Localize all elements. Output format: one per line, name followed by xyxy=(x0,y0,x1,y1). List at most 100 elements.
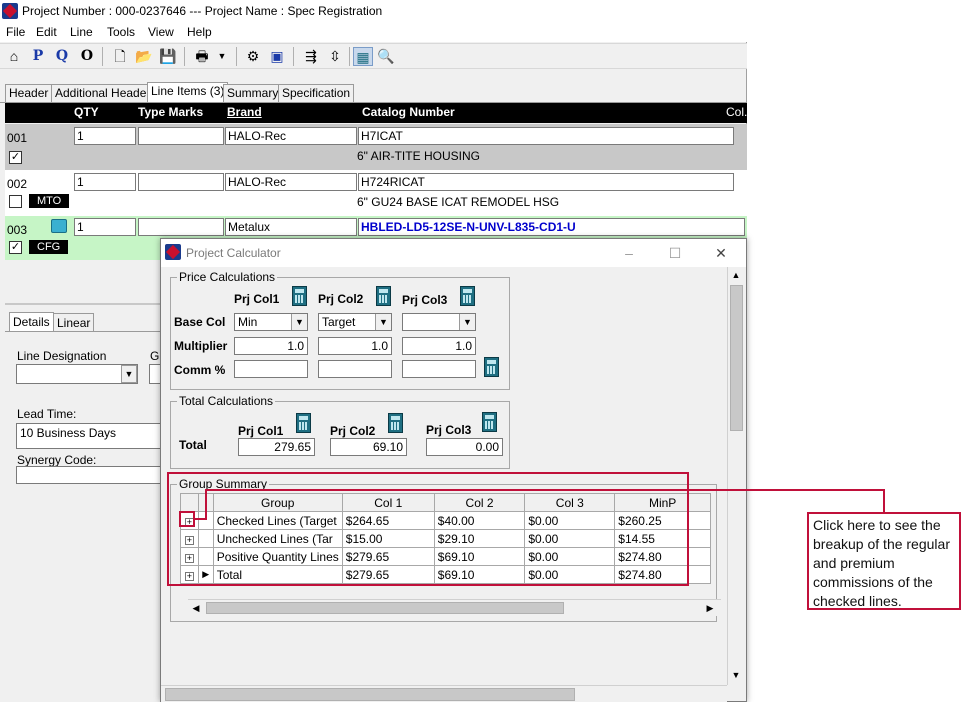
comm-col2-input[interactable] xyxy=(318,360,392,378)
row-description: 6" AIR-TITE HOUSING xyxy=(357,149,480,163)
catalog-input[interactable]: H7ICAT xyxy=(358,127,734,145)
header-catalog-number[interactable]: Catalog Number xyxy=(362,105,455,119)
calculator-icon[interactable] xyxy=(484,357,499,377)
catalog-input[interactable]: HBLED-LD5-12SE-N-UNV-L835-CD1-U xyxy=(358,218,745,236)
menu-file[interactable]: File xyxy=(6,25,25,39)
o-button[interactable]: O xyxy=(77,47,97,66)
dialog-vertical-scrollbar[interactable]: ▲ ▼ xyxy=(727,267,744,685)
tab-details[interactable]: Details xyxy=(9,312,54,331)
p-button[interactable]: P xyxy=(28,47,48,66)
calculator-icon[interactable] xyxy=(296,413,311,433)
comm-col1-input[interactable] xyxy=(234,360,308,378)
minimize-icon[interactable]: – xyxy=(614,243,644,263)
title-bar: Project Number : 000-0237646 --- Project… xyxy=(0,0,747,22)
dialog-title-bar: Project Calculator – ☐ ✕ xyxy=(161,239,746,267)
scrollbar-thumb[interactable] xyxy=(165,688,575,701)
tab-header[interactable]: Header xyxy=(5,84,53,102)
dialog-title: Project Calculator xyxy=(186,246,281,260)
multiplier-col1-input[interactable]: 1.0 xyxy=(234,337,308,355)
table-row[interactable]: 002 1 HALO-Rec H724RICAT MTO 6" GU24 BAS… xyxy=(5,170,747,216)
search-icon[interactable]: 🔍 xyxy=(376,47,396,66)
gear-icon[interactable]: ⚙ xyxy=(243,47,263,66)
price-calculations-group: Price Calculations Prj Col1 Prj Col2 Prj… xyxy=(170,270,510,390)
chevron-down-icon[interactable]: ▼ xyxy=(212,47,232,66)
tab-linear[interactable]: Linear xyxy=(53,313,95,332)
calculator-icon[interactable] xyxy=(460,286,475,306)
scroll-right-icon[interactable]: ▶ xyxy=(702,600,718,616)
total-col1-value: 279.65 xyxy=(238,438,315,456)
tab-line-items[interactable]: Line Items (3) xyxy=(147,82,229,102)
qty-input[interactable]: 1 xyxy=(74,218,136,236)
close-icon[interactable]: ✕ xyxy=(706,243,736,263)
multiplier-col2-input[interactable]: 1.0 xyxy=(318,337,392,355)
table-row[interactable]: 001 1 HALO-Rec H7ICAT ✓ 6" AIR-TITE HOUS… xyxy=(5,124,747,170)
scroll-left-icon[interactable]: ◀ xyxy=(188,600,204,616)
type-marks-input[interactable] xyxy=(138,127,224,145)
open-folder-icon[interactable]: 📂 xyxy=(134,47,154,66)
header-qty[interactable]: QTY xyxy=(74,105,99,119)
scrollbar-thumb[interactable] xyxy=(206,602,564,614)
calculator-icon[interactable] xyxy=(388,413,403,433)
scrollbar-thumb[interactable] xyxy=(730,285,743,431)
scroll-up-icon[interactable]: ▲ xyxy=(728,267,744,283)
print-icon[interactable]: 🖶 xyxy=(192,47,212,66)
row-checkbox[interactable] xyxy=(9,195,22,208)
menu-view[interactable]: View xyxy=(148,25,174,39)
toolbar: ⌂ P Q O 🗋 📂 💾 🖶 ▼ ⚙ ▣ ⇶ ⇳ ▦ 🔍 xyxy=(0,43,747,69)
dialog-horizontal-scrollbar[interactable] xyxy=(161,685,727,702)
lead-time-input[interactable]: 10 Business Days xyxy=(16,423,161,449)
header-brand[interactable]: Brand xyxy=(227,105,262,119)
splitter[interactable] xyxy=(5,303,165,305)
edit-config-icon[interactable] xyxy=(51,219,67,233)
home-icon[interactable]: ⌂ xyxy=(4,47,24,66)
base-col-label: Base Col xyxy=(174,315,226,329)
catalog-input[interactable]: H724RICAT xyxy=(358,173,734,191)
tab-additional-header[interactable]: Additional Header xyxy=(51,84,155,102)
split-icon[interactable]: ⇶ xyxy=(301,47,321,66)
type-marks-input[interactable] xyxy=(138,173,224,191)
save-icon[interactable]: 💾 xyxy=(158,47,178,66)
brand-input[interactable]: HALO-Rec xyxy=(225,127,357,145)
base-col3-select[interactable]: ▼ xyxy=(402,313,476,331)
maximize-icon[interactable]: ☐ xyxy=(660,243,690,263)
comm-col3-input[interactable] xyxy=(402,360,476,378)
row-checkbox[interactable]: ✓ xyxy=(9,151,22,164)
menu-edit[interactable]: Edit xyxy=(36,25,57,39)
menu-tools[interactable]: Tools xyxy=(107,25,135,39)
callout-connector xyxy=(205,489,885,491)
calculator-icon[interactable] xyxy=(292,286,307,306)
lead-time-label: Lead Time: xyxy=(17,407,77,421)
chevron-down-icon[interactable]: ▼ xyxy=(121,365,137,383)
header-col[interactable]: Col. xyxy=(726,105,747,119)
prj-col1-header: Prj Col1 xyxy=(234,292,280,306)
windows-icon[interactable]: ▣ xyxy=(267,47,287,66)
q-button[interactable]: Q xyxy=(52,47,72,66)
brand-input[interactable]: HALO-Rec xyxy=(225,173,357,191)
tab-specification[interactable]: Specification xyxy=(278,84,355,102)
calculator-icon[interactable] xyxy=(482,412,497,432)
synergy-code-input[interactable] xyxy=(16,466,161,484)
qty-input[interactable]: 1 xyxy=(74,127,136,145)
base-col1-select[interactable]: Min ▼ xyxy=(234,313,308,331)
tab-summary[interactable]: Summary xyxy=(223,84,283,102)
qty-input[interactable]: 1 xyxy=(74,173,136,191)
row-checkbox[interactable]: ✓ xyxy=(9,241,22,254)
menu-line[interactable]: Line xyxy=(70,25,93,39)
cut-label: G xyxy=(150,349,160,363)
merge-icon[interactable]: ⇳ xyxy=(325,47,345,66)
scroll-down-icon[interactable]: ▼ xyxy=(728,667,744,683)
new-document-icon[interactable]: 🗋 xyxy=(110,47,130,66)
calculator-icon[interactable] xyxy=(376,286,391,306)
calculator-icon[interactable]: ▦ xyxy=(353,47,373,66)
toolbar-separator xyxy=(349,47,350,66)
total-prj-col1-header: Prj Col1 xyxy=(238,424,284,438)
type-marks-input[interactable] xyxy=(138,218,224,236)
base-col2-select[interactable]: Target ▼ xyxy=(318,313,392,331)
header-type-marks[interactable]: Type Marks xyxy=(138,105,203,119)
table-horizontal-scrollbar[interactable]: ◀ ▶ xyxy=(188,599,721,616)
multiplier-col3-input[interactable]: 1.0 xyxy=(402,337,476,355)
menu-help[interactable]: Help xyxy=(187,25,212,39)
line-designation-select[interactable] xyxy=(16,364,138,384)
brand-input[interactable]: Metalux xyxy=(225,218,357,236)
price-calculations-title: Price Calculations xyxy=(177,270,278,284)
